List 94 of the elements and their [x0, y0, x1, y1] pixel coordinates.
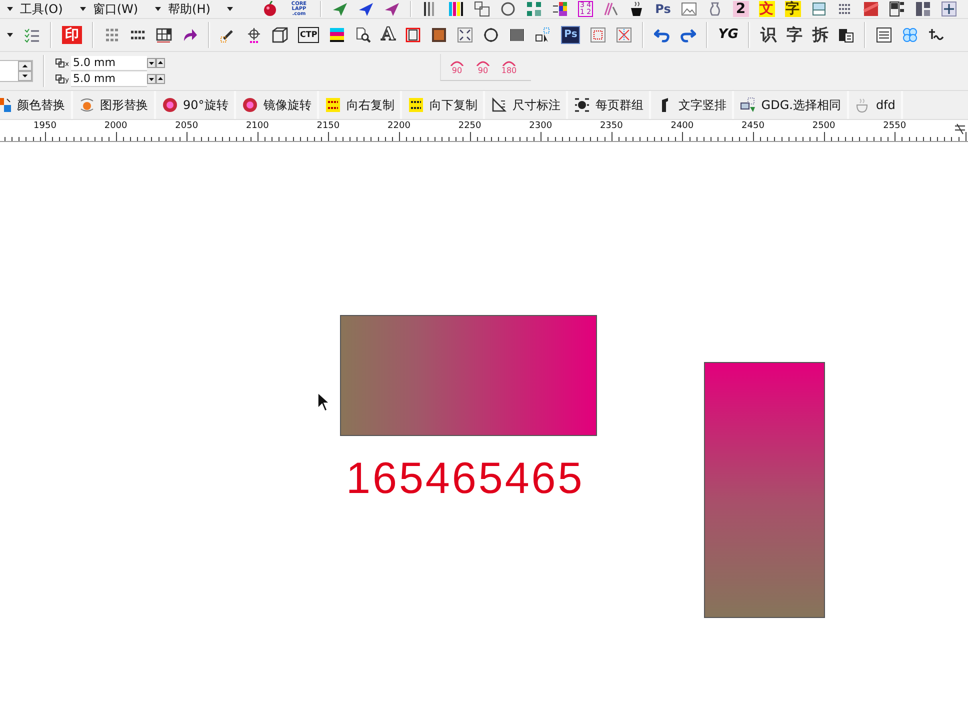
offset-input-field[interactable]: 5.0 mm — [71, 72, 147, 86]
dot-grid-icon[interactable] — [836, 1, 853, 17]
squiggle-icon[interactable] — [928, 27, 944, 43]
offset-axis-label: x — [55, 58, 71, 68]
ruler-label: 2450 — [740, 121, 766, 131]
split-button[interactable]: 拆 — [812, 27, 828, 43]
group-icon — [574, 97, 590, 113]
apple-icon[interactable] — [262, 1, 278, 17]
ruler-label: 2550 — [882, 121, 908, 131]
rotate-button[interactable]: 180 — [499, 60, 519, 74]
diagonal-stripe-icon[interactable] — [862, 1, 879, 17]
macro-label: 向右复制 — [346, 96, 394, 114]
number-field[interactable] — [0, 60, 33, 82]
ruler-label: 2300 — [528, 121, 554, 131]
menu-item[interactable]: 工具(O) — [20, 1, 63, 17]
layout-icon[interactable] — [888, 1, 905, 17]
recognize-button[interactable]: 识 — [760, 27, 776, 43]
dropdown-caret-icon[interactable] — [78, 5, 87, 13]
circle-icon[interactable] — [483, 27, 500, 43]
ruler-label: 2200 — [386, 121, 412, 131]
magnifier-icon[interactable] — [355, 27, 372, 43]
macro-label: 文字竖排 — [678, 96, 726, 114]
list-icon[interactable] — [876, 27, 892, 43]
eyedropper-icon[interactable] — [220, 27, 236, 43]
ruler-label: 1950 — [32, 121, 58, 131]
ruler-label: 2050 — [174, 121, 200, 131]
mouse-pointer-icon — [317, 392, 329, 412]
ruler-label: 2150 — [316, 121, 341, 131]
photoshop-button[interactable]: Ps — [561, 26, 580, 44]
number-button[interactable]: 2 — [732, 1, 749, 17]
menu-item[interactable]: 帮助(H) — [168, 1, 210, 17]
swap-color-icon — [0, 97, 12, 113]
macro-label: GDG.选择相同 — [761, 96, 841, 114]
ctp-button[interactable]: CTP — [298, 27, 320, 43]
color-bars-icon[interactable] — [448, 1, 464, 17]
rotate-button[interactable]: 90 — [473, 60, 493, 74]
layout-icon[interactable] — [474, 1, 490, 17]
stamp-button[interactable]: 印 — [62, 26, 82, 44]
macro-label: 镜像旋转 — [263, 96, 312, 114]
spin-down-icon[interactable] — [18, 71, 32, 81]
checklist-icon[interactable] — [24, 27, 40, 43]
text-button[interactable]: 文 — [758, 1, 775, 17]
macro-label: 每页群组 — [595, 96, 644, 114]
ruler-label: 2250 — [457, 121, 482, 131]
offset-input-field[interactable]: 5.0 mm — [71, 56, 147, 70]
color-grid-icon[interactable] — [552, 1, 568, 17]
menu-item[interactable]: 窗口(W) — [92, 1, 138, 17]
text-style-button[interactable]: YG — [718, 27, 738, 43]
ruler-label: 2350 — [598, 121, 624, 131]
macro-label: 颜色替换 — [17, 96, 65, 114]
picture-frame-icon[interactable] — [431, 27, 448, 43]
dropdown-caret-icon[interactable] — [6, 31, 14, 39]
dropdown-caret-icon[interactable] — [154, 5, 162, 13]
box-icon[interactable] — [272, 27, 288, 43]
crossed-box-icon[interactable] — [616, 27, 632, 43]
character-button[interactable]: 字 — [786, 27, 802, 43]
select-same-icon — [740, 97, 756, 113]
image-icon[interactable] — [680, 1, 697, 17]
number-text: 165465465 — [346, 454, 584, 504]
macro-label: 90°旋转 — [183, 96, 228, 114]
macro-label: 尺寸标注 — [512, 96, 560, 114]
photoshop-button[interactable]: Ps — [655, 1, 671, 17]
ruler-label: 2100 — [244, 121, 270, 131]
dotted-frame-icon[interactable] — [590, 27, 606, 43]
undo-icon[interactable] — [654, 27, 670, 43]
macro-label: 图形替换 — [100, 96, 148, 114]
crosshair-icon[interactable] — [246, 27, 262, 43]
table-icon[interactable] — [156, 27, 172, 43]
character-button[interactable]: 字 — [784, 1, 801, 17]
compress-icon[interactable] — [457, 27, 474, 43]
color-bars-icon[interactable] — [329, 27, 346, 43]
barcode-icon[interactable] — [509, 27, 526, 43]
dropdown-caret-icon[interactable] — [226, 5, 234, 13]
dropdown-caret-icon[interactable] — [6, 5, 14, 13]
ruler-label: 2500 — [811, 121, 836, 131]
flower-icon[interactable] — [902, 27, 918, 43]
redo-icon[interactable] — [680, 27, 696, 43]
qr-code-icon[interactable] — [526, 1, 542, 17]
ruler-label: 2400 — [670, 121, 695, 131]
dot-grid-icon[interactable] — [104, 27, 120, 43]
macro-label: dfd — [876, 98, 896, 112]
dimension-icon — [491, 97, 508, 113]
circle-icon[interactable] — [500, 1, 516, 17]
curved-arrow-icon[interactable] — [182, 27, 198, 43]
spin-up-icon[interactable] — [18, 61, 32, 71]
square-frame-icon[interactable] — [405, 27, 422, 43]
macro-label: 向下复制 — [429, 96, 478, 114]
clipboard-icon[interactable] — [838, 27, 854, 43]
swap-shape-icon — [79, 97, 95, 113]
layout-icon[interactable] — [914, 1, 931, 17]
ruler-label: 2000 — [103, 121, 128, 131]
rotate-button[interactable]: 90 — [447, 60, 467, 74]
offset-axis-label: y — [55, 74, 71, 84]
select-pointer-icon[interactable] — [535, 27, 552, 43]
